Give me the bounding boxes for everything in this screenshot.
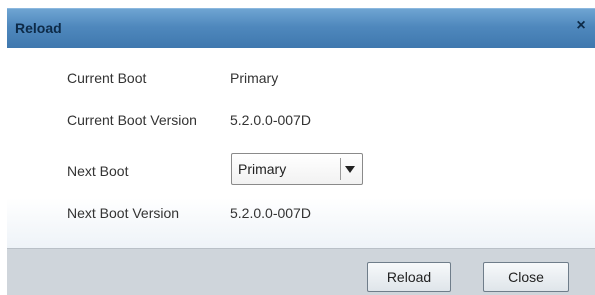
select-divider (340, 158, 341, 180)
next-boot-select[interactable]: Primary (231, 153, 363, 185)
dialog-titlebar: Reload × (7, 8, 595, 48)
close-button[interactable]: Close (483, 262, 569, 292)
next-boot-version-value: 5.2.0.0-007D (230, 205, 311, 221)
current-boot-version-label: Current Boot Version (67, 112, 197, 128)
current-boot-label: Current Boot (67, 70, 147, 86)
current-boot-value: Primary (230, 70, 279, 86)
next-boot-version-label: Next Boot Version (67, 205, 180, 221)
dialog-title: Reload (15, 20, 62, 36)
chevron-down-icon[interactable] (345, 166, 355, 173)
close-icon[interactable]: × (573, 18, 589, 34)
next-boot-selected-value: Primary (238, 161, 287, 177)
current-boot-version-value: 5.2.0.0-007D (230, 112, 311, 128)
reload-dialog: Reload × Current Boot Primary Current Bo… (0, 0, 595, 295)
dialog-footer: Reload Close (7, 248, 595, 295)
next-boot-label: Next Boot (67, 163, 129, 179)
reload-button[interactable]: Reload (367, 262, 451, 292)
